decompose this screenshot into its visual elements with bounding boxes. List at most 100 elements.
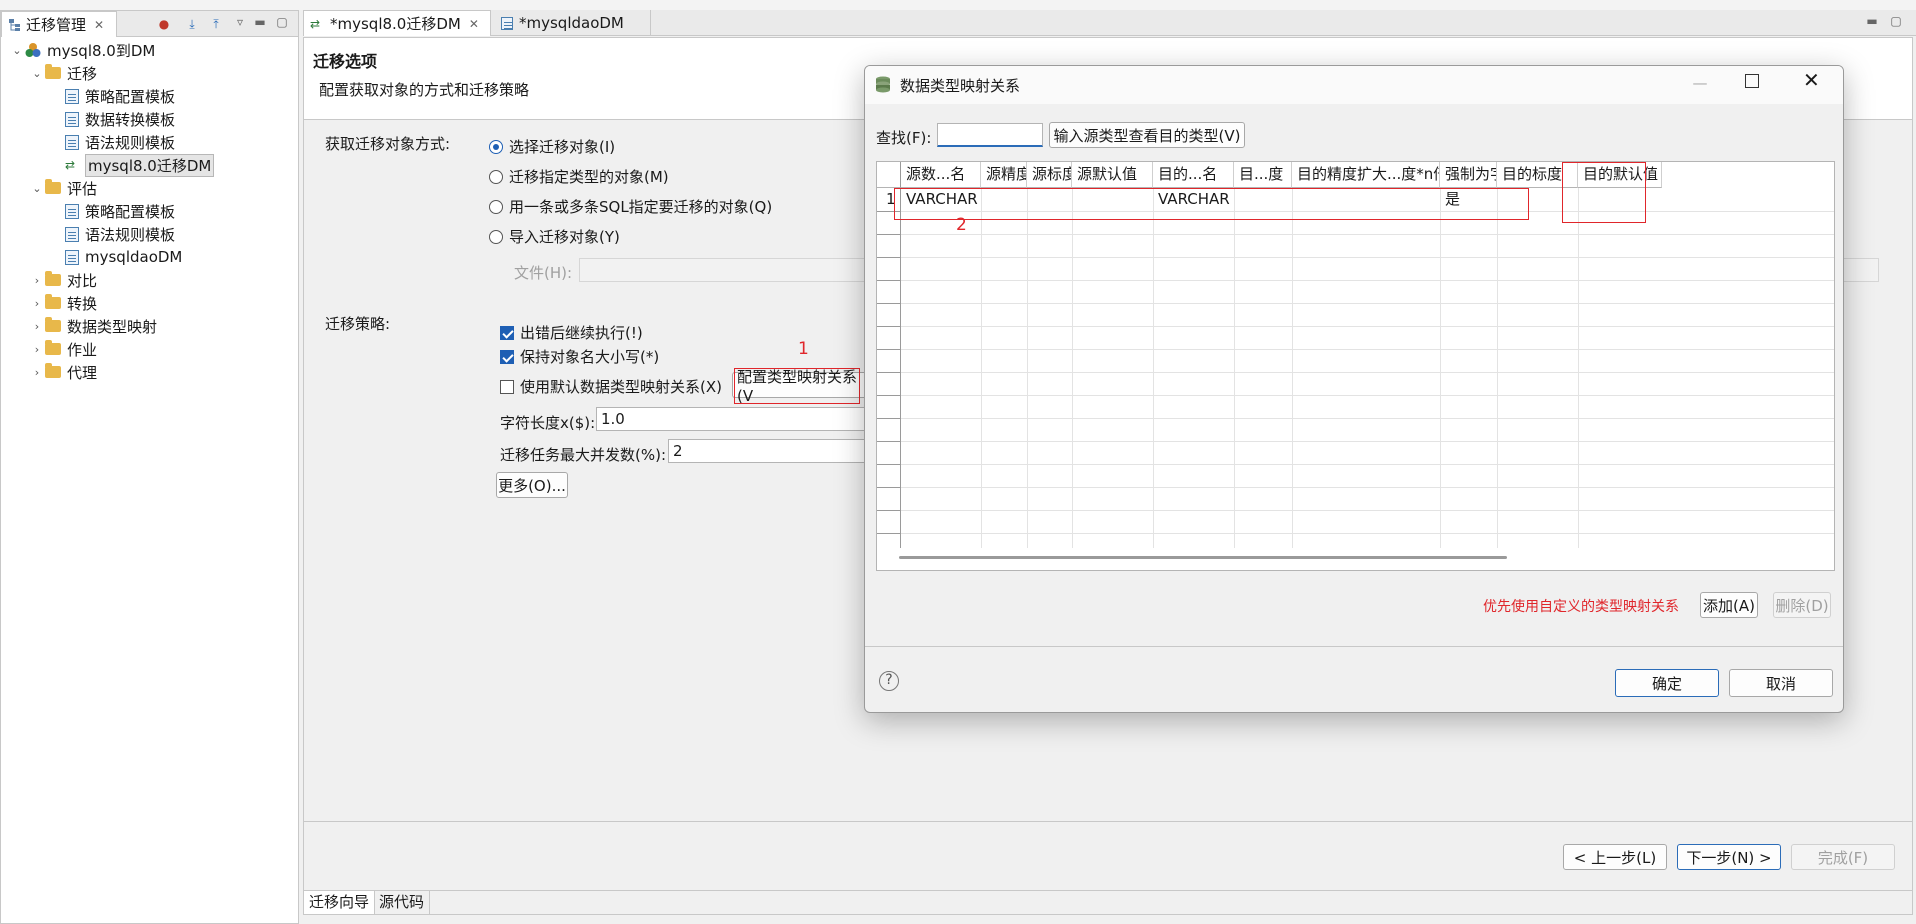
max-concurrency-input[interactable]: 2: [668, 439, 876, 463]
folder-icon: [45, 179, 61, 194]
tab-mysql80-migration[interactable]: ⇄ *mysql8.0迁移DM ✕: [303, 10, 491, 36]
cancel-button[interactable]: 取消: [1729, 669, 1833, 697]
close-icon[interactable]: ✕: [1803, 68, 1820, 92]
palette-icon[interactable]: ●: [155, 15, 173, 33]
maximize-icon[interactable]: ▢: [1887, 12, 1905, 30]
tree-item[interactable]: ⌄ mysql8.0到DM: [9, 39, 155, 61]
search-input[interactable]: [937, 123, 1043, 147]
horizontal-scrollbar[interactable]: [899, 556, 1507, 559]
column-divider: [1027, 188, 1028, 548]
chevron-right-icon[interactable]: ›: [29, 297, 45, 310]
tree-item-label: 代理: [67, 363, 98, 382]
help-icon[interactable]: ?: [879, 671, 899, 691]
tree-item-label: 策略配置模板: [85, 87, 176, 106]
tree-item[interactable]: › 数据类型映射: [29, 315, 157, 337]
minimize-icon[interactable]: ▬: [251, 13, 269, 31]
tree-item[interactable]: mysqldaoDM: [49, 246, 182, 268]
tree-item[interactable]: 语法规则模板: [49, 131, 175, 153]
template-file-icon: [65, 111, 79, 127]
tab-mysqldao-dm[interactable]: *mysqldaoDM: [495, 10, 651, 36]
row-header-divider: [877, 303, 901, 304]
row-divider: [901, 395, 1834, 396]
tree-item-label: 迁移: [67, 64, 98, 83]
tree-item[interactable]: 数据转换模板: [49, 108, 175, 130]
tab-label: *mysqldaoDM: [519, 14, 624, 32]
tree-item[interactable]: › 转换: [29, 292, 97, 314]
row-divider: [901, 349, 1834, 350]
next-button[interactable]: 下一步(N) >: [1677, 844, 1781, 870]
tree-item-label: 对比: [67, 271, 98, 290]
column-header[interactable]: 目的精度扩大...度*n倍): [1292, 162, 1440, 188]
view-menu-icon[interactable]: ▿: [231, 13, 249, 31]
ok-button[interactable]: 确定: [1615, 669, 1719, 697]
tree-item[interactable]: ⌄ 迁移: [29, 62, 97, 84]
footer-divider: [304, 821, 1912, 822]
column-header[interactable]: 目的...名: [1153, 162, 1234, 188]
chevron-down-icon[interactable]: ⌄: [9, 44, 25, 57]
chevron-right-icon[interactable]: ›: [29, 274, 45, 287]
folder-icon: [45, 340, 61, 355]
template-file-icon: [65, 226, 79, 242]
folder-icon: [45, 317, 61, 332]
radio-import-objects[interactable]: 导入迁移对象(Y): [489, 226, 620, 247]
tree-item[interactable]: › 对比: [29, 269, 97, 291]
row-divider: [901, 326, 1834, 327]
column-header[interactable]: 源默认值: [1072, 162, 1153, 188]
column-header[interactable]: 源精度: [981, 162, 1027, 188]
type-mapping-dialog: 数据类型映射关系 — ✕ 查找(F): 输入源类型查看目的类型(V) 源数...…: [864, 65, 1844, 713]
close-icon[interactable]: ✕: [94, 18, 104, 32]
database-cluster-icon: [25, 42, 41, 58]
lookup-target-type-button[interactable]: 输入源类型查看目的类型(V): [1049, 122, 1245, 148]
chevron-right-icon[interactable]: ›: [29, 343, 45, 356]
tree-item[interactable]: ⌄ 评估: [29, 177, 97, 199]
export-icon[interactable]: ⤒: [207, 15, 225, 33]
migration-tree: ⌄ mysql8.0到DM ⌄ 迁移 策略配置模板 数据转换模板 语法规则模板 ⇄ mysql8…: [1, 39, 298, 439]
radio-specified-types[interactable]: 迁移指定类型的对象(M): [489, 166, 669, 187]
tree-item[interactable]: 语法规则模板: [49, 223, 175, 245]
close-icon[interactable]: ✕: [469, 17, 479, 31]
import-icon[interactable]: ⤓: [183, 15, 201, 33]
folder-icon: [45, 271, 61, 286]
chevron-down-icon[interactable]: ⌄: [29, 182, 45, 195]
tree-item[interactable]: › 作业: [29, 338, 97, 360]
maximize-icon[interactable]: [1745, 74, 1759, 88]
bottom-tabbar: 迁移向导 源代码: [304, 890, 1912, 914]
row-divider: [901, 257, 1834, 258]
checkbox-indicator: [500, 326, 514, 340]
column-header[interactable]: 强制为字: [1440, 162, 1497, 188]
check-default-type-mapping[interactable]: 使用默认数据类型映射关系(X): [500, 376, 722, 397]
char-length-label: 字符长度x($):: [500, 414, 596, 432]
minimize-icon[interactable]: —: [1689, 74, 1711, 94]
row-divider: [901, 464, 1834, 465]
tab-migration-manager[interactable]: 迁移管理 ✕: [1, 11, 117, 37]
minimize-icon[interactable]: ▬: [1863, 12, 1881, 30]
annotation-number-2: 2: [956, 215, 967, 235]
column-header[interactable]: 目...度: [1234, 162, 1292, 188]
checkbox-indicator: [500, 380, 514, 394]
check-keep-case[interactable]: 保持对象名大小写(*): [500, 346, 659, 367]
add-button[interactable]: 添加(A): [1700, 592, 1758, 618]
chevron-right-icon[interactable]: ›: [29, 320, 45, 333]
check-continue-on-error[interactable]: 出错后继续执行(!): [500, 322, 643, 343]
tree-item[interactable]: ⇄ mysql8.0迁移DM: [49, 153, 215, 177]
tab-source-code[interactable]: 源代码: [374, 891, 431, 914]
folder-icon: [45, 363, 61, 378]
radio-sql-objects[interactable]: 用一条或多条SQL指定要迁移的对象(Q): [489, 196, 772, 217]
tree-item[interactable]: › 代理: [29, 361, 97, 383]
radio-select-objects[interactable]: 选择迁移对象(I): [489, 136, 615, 157]
column-header[interactable]: 源数...名: [901, 162, 981, 188]
chevron-right-icon[interactable]: ›: [29, 366, 45, 379]
tab-wizard[interactable]: 迁移向导: [304, 891, 376, 914]
more-button[interactable]: 更多(O)...: [496, 472, 568, 498]
dialog-titlebar: 数据类型映射关系 — ✕: [865, 66, 1843, 104]
maximize-icon[interactable]: ▢: [273, 13, 291, 31]
row-divider: [901, 533, 1834, 534]
char-length-input[interactable]: 1.0: [596, 407, 876, 431]
tree-item[interactable]: 策略配置模板: [49, 200, 175, 222]
chevron-down-icon[interactable]: ⌄: [29, 67, 45, 80]
previous-button[interactable]: < 上一步(L): [1563, 844, 1667, 870]
column-header[interactable]: 源标度: [1027, 162, 1072, 188]
column-divider: [1292, 188, 1293, 548]
template-file-icon: [65, 134, 79, 150]
tree-item[interactable]: 策略配置模板: [49, 85, 175, 107]
